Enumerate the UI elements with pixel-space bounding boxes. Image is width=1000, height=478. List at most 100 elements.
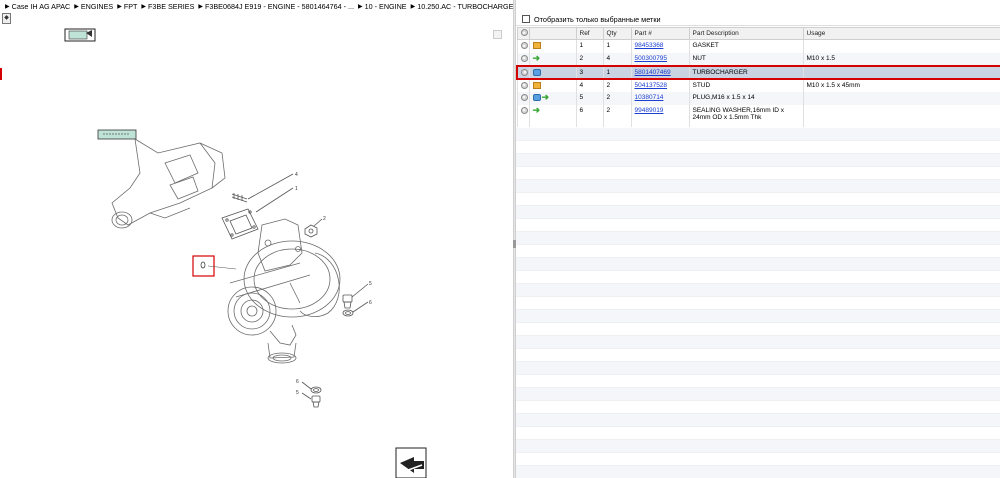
manifold-drawing <box>97 129 226 229</box>
cell-ref: 1 <box>575 39 603 53</box>
callout-label: 4 <box>295 172 298 178</box>
empty-row <box>516 336 1000 349</box>
breadcrumb-item[interactable]: ▶ 10 - ENGINE <box>358 2 407 11</box>
header-part[interactable]: Part # <box>630 27 690 40</box>
turbocharger-drawing <box>227 218 341 364</box>
row-select-icon[interactable] <box>520 54 528 62</box>
cell-description: SEALING WASHER,16mm ID x 24mm OD x 1.5mm… <box>688 104 803 127</box>
empty-row <box>516 258 1000 271</box>
header-description[interactable]: Part Description <box>688 27 804 40</box>
part-number-link[interactable]: 500300795 <box>635 55 668 62</box>
breadcrumb-item[interactable]: ▶ F3BE SERIES <box>141 2 194 11</box>
part-number-link[interactable]: 99489019 <box>635 107 664 114</box>
parts-table: Ref Qty Part # Part Description Usage 1 … <box>516 27 1000 127</box>
exploded-diagram[interactable]: 4 1 2 5 6 6 5 <box>0 13 513 478</box>
empty-row <box>516 297 1000 310</box>
cell-qty: 4 <box>602 52 631 66</box>
callout-label: 5 <box>296 390 299 396</box>
diagram-panel: ◆ 4 1 2 5 6 6 5 <box>0 13 513 478</box>
table-row[interactable]: ➜ 2 4 500300795 NUT M10 x 1.5 <box>516 52 1000 66</box>
part-number-link[interactable]: 98453368 <box>635 42 664 49</box>
empty-row <box>516 193 1000 206</box>
header-usage[interactable]: Usage <box>802 27 1000 40</box>
header-actions <box>528 27 577 40</box>
part-number-link[interactable]: 5801407469 <box>635 69 671 76</box>
plug-drawing: 5 <box>342 281 372 309</box>
nut-drawing: 2 <box>304 216 326 238</box>
lower-plug-drawing: 6 5 <box>296 379 322 408</box>
part-number-link[interactable]: 504137528 <box>635 82 668 89</box>
cell-usage <box>802 39 1000 53</box>
cell-qty: 1 <box>602 64 631 80</box>
empty-row <box>516 375 1000 388</box>
table-row-selected[interactable]: 3 1 5801407469 TURBOCHARGER <box>516 64 1000 80</box>
export-icon[interactable] <box>395 447 427 478</box>
breadcrumb-item[interactable]: ▶ F3BE0684J E919 - ENGINE - 5801464764 - … <box>198 2 354 11</box>
info-icon[interactable] <box>532 68 541 76</box>
empty-row <box>516 453 1000 466</box>
replacement-arrow-icon[interactable]: ➜ <box>533 53 541 62</box>
row-select-icon[interactable] <box>520 42 528 49</box>
diagram-view-icon[interactable] <box>64 28 96 42</box>
replacement-arrow-icon[interactable]: ➜ <box>533 105 541 114</box>
cell-qty: 1 <box>602 39 631 53</box>
callout-ref3[interactable] <box>192 255 237 277</box>
cell-qty: 2 <box>602 104 631 127</box>
replacement-arrow-icon[interactable]: ➜ <box>542 92 550 101</box>
cell-usage: M10 x 1.5 x 45mm <box>802 78 1000 92</box>
cell-qty: 2 <box>602 78 631 92</box>
table-row[interactable]: ➜ 6 2 99489019 SEALING WASHER,16mm ID x … <box>516 104 1000 127</box>
empty-row <box>516 206 1000 219</box>
cell-usage <box>802 104 1000 127</box>
breadcrumb-item[interactable]: ▶ ENGINES <box>74 2 113 11</box>
empty-row <box>516 466 1000 478</box>
cell-ref: 2 <box>575 52 603 66</box>
info-icon[interactable] <box>532 93 541 101</box>
empty-row <box>516 440 1000 453</box>
table-row[interactable]: 1 1 98453368 GASKET <box>516 39 1000 53</box>
breadcrumb: ▶ Case IH AG APAC ▶ ENGINES ▶ FPT ▶ F3BE SER… <box>0 0 513 13</box>
empty-row <box>516 271 1000 284</box>
empty-row <box>516 245 1000 258</box>
empty-table-area <box>516 128 1000 478</box>
empty-row <box>516 219 1000 232</box>
cell-ref: 3 <box>575 64 603 80</box>
table-row[interactable]: 4 2 504137528 STUD M10 x 1.5 x 45mm <box>516 78 1000 92</box>
empty-row <box>516 310 1000 323</box>
part-number-link[interactable]: 10380714 <box>635 94 664 101</box>
cell-description: TURBOCHARGER <box>688 64 803 80</box>
empty-row <box>516 349 1000 362</box>
empty-row <box>516 180 1000 193</box>
empty-row <box>516 167 1000 180</box>
header-qty[interactable]: Qty <box>602 27 632 40</box>
header-select[interactable] <box>516 27 530 40</box>
breadcrumb-item[interactable]: ▶ Case IH AG APAC <box>5 2 70 11</box>
cell-ref: 4 <box>575 78 603 92</box>
header-ref[interactable]: Ref <box>575 27 604 40</box>
callout-label: 6 <box>369 300 372 306</box>
cart-icon[interactable] <box>532 81 541 89</box>
callout-label: 2 <box>323 216 326 222</box>
breadcrumb-item-current: ▶ 10.250.AC - TURBOCHARGER <box>410 2 513 11</box>
select-all-icon[interactable] <box>520 29 528 36</box>
row-select-icon[interactable] <box>520 81 528 89</box>
gasket-drawing: 1 <box>221 186 298 240</box>
stud-drawing: 4 <box>231 172 298 203</box>
cell-usage <box>802 64 1000 80</box>
row-select-icon[interactable] <box>520 93 528 101</box>
empty-row <box>516 427 1000 440</box>
breadcrumb-item[interactable]: ▶ FPT <box>117 2 137 11</box>
callout-label: 1 <box>295 186 298 192</box>
cell-ref: 6 <box>575 104 603 127</box>
cart-icon[interactable] <box>532 42 541 49</box>
empty-row <box>516 154 1000 167</box>
empty-row <box>516 414 1000 427</box>
row-select-icon[interactable] <box>520 106 528 114</box>
table-row[interactable]: ➜ 5 2 10380714 PLUG,M16 x 1.5 x 14 <box>516 91 1000 105</box>
selected-only-checkbox[interactable] <box>522 15 530 23</box>
cell-ref: 5 <box>575 91 603 105</box>
callout-label: 5 <box>369 281 372 287</box>
row-select-icon[interactable] <box>521 68 528 76</box>
empty-row <box>516 141 1000 154</box>
cell-description: STUD <box>688 78 803 92</box>
